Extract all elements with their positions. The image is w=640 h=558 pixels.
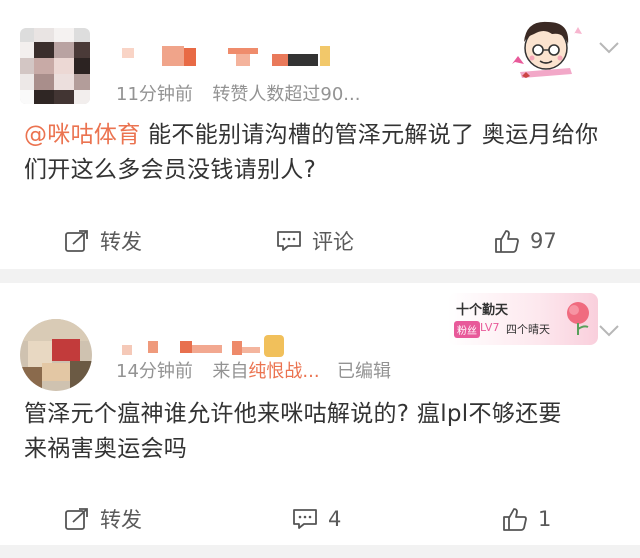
comment-count: 4 (328, 507, 342, 531)
post-card-2: 14分钟前 来自纯恨战... 已编辑 十个勤天 粉丝 LV7 四个晴天 管泽元个… (0, 283, 640, 545)
repost-icon (65, 508, 88, 530)
like-icon (495, 230, 519, 253)
post-time: 14分钟前 (116, 361, 193, 382)
like-icon (503, 508, 527, 531)
mention-link[interactable]: @咪咕体育 (24, 122, 141, 148)
repost-button[interactable]: 转发 (64, 494, 142, 544)
fan-badge-title: 十个勤天 (456, 303, 509, 318)
source-prefix: 来自 (212, 361, 249, 382)
repost-stat: 转赞人数超过90... (212, 84, 361, 105)
post-time: 11分钟前 (116, 84, 193, 105)
post-card-1: 11分钟前 转赞人数超过90... @咪咕体育 能不能别请沟槽的管泽元解说了 奥… (0, 0, 640, 269)
like-count: 97 (530, 229, 557, 253)
post-body: @咪咕体育 能不能别请沟槽的管泽元解说了 奥运月给你们开这么多会员没钱请别人? (24, 118, 620, 188)
avatar[interactable] (20, 319, 92, 391)
fan-badge-level: LV7 (480, 321, 500, 334)
fan-badge-subtitle: 四个晴天 (506, 323, 550, 336)
post-text: 管泽元个瘟神谁允许他来咪咕解说的? 瘟lpl不够还要来祸害奥运会吗 (24, 401, 562, 462)
comment-icon (293, 509, 317, 529)
post-meta: 14分钟前 来自纯恨战... 已编辑 (116, 357, 391, 383)
repost-label: 转发 (100, 230, 142, 254)
like-count: 1 (538, 507, 552, 531)
comment-label: 评论 (312, 230, 354, 254)
comment-button[interactable]: 4 (292, 494, 341, 544)
like-button[interactable]: 97 (494, 216, 557, 266)
repost-icon (65, 230, 88, 252)
action-bar: 转发 评论 97 (0, 216, 640, 266)
edited-label[interactable]: 已编辑 (337, 361, 391, 382)
rose-icon (560, 299, 596, 341)
fan-badge[interactable]: 十个勤天 粉丝 LV7 四个晴天 (448, 293, 598, 345)
repost-button[interactable]: 转发 (64, 216, 142, 266)
repost-label: 转发 (100, 508, 142, 532)
avatar[interactable] (20, 28, 90, 104)
chevron-down-icon[interactable] (598, 40, 620, 59)
comment-icon (277, 231, 301, 251)
fan-badge-tag: 粉丝 (454, 321, 480, 338)
action-bar: 转发 4 1 (0, 494, 640, 544)
cartoon-avatar-decoration (504, 12, 588, 82)
source-link[interactable]: 纯恨战... (248, 361, 319, 382)
username-redacted[interactable] (122, 40, 342, 70)
post-body: 管泽元个瘟神谁允许他来咪咕解说的? 瘟lpl不够还要来祸害奥运会吗 (24, 397, 569, 467)
comment-button[interactable]: 评论 (276, 216, 354, 266)
post-meta: 11分钟前 转赞人数超过90... (116, 80, 360, 106)
like-button[interactable]: 1 (502, 494, 551, 544)
chevron-down-icon[interactable] (598, 323, 620, 342)
